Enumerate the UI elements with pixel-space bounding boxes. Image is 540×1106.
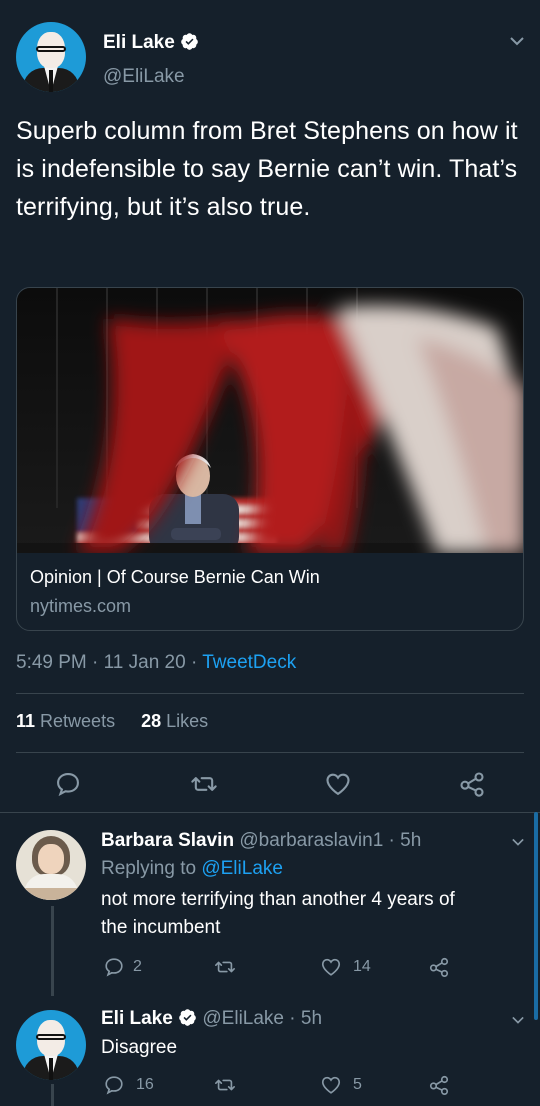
heart-icon[interactable] [320,1074,342,1096]
chevron-down-icon[interactable] [510,1014,526,1026]
reply-avatar[interactable] [16,1010,86,1080]
tweet-source-link[interactable]: TweetDeck [202,652,296,673]
reply-text: not more terrifying than another 4 years… [101,889,455,938]
author-name-row[interactable]: Eli Lake [103,32,199,54]
like-count: 5 [353,1076,362,1093]
reply-header[interactable]: Barbara Slavin @barbaraslavin1 · 5h [101,830,421,852]
link-card[interactable]: Opinion | Of Course Bernie Can Win nytim… [16,287,524,631]
replying-to-link[interactable]: @EliLake [201,858,283,879]
reply-avatar[interactable] [16,830,86,900]
card-domain[interactable]: nytimes.com [30,596,131,617]
heart-icon[interactable] [324,770,352,798]
like-count: 14 [353,958,371,975]
tweet-timestamp[interactable]: 5:49 PM · 11 Jan 20 · TweetDeck [16,652,296,674]
reply-meta[interactable]: @EliLake · 5h [197,1008,322,1029]
reply-icon[interactable] [103,1074,125,1096]
timestamp-text[interactable]: 5:49 PM · 11 Jan 20 · [16,652,202,673]
reply-author-name[interactable]: Eli Lake [101,1008,173,1029]
card-image [17,288,523,553]
retweet-icon[interactable] [214,1074,236,1096]
heart-icon[interactable] [320,956,342,978]
chevron-down-icon[interactable] [510,836,526,848]
divider [16,752,524,753]
reply-meta[interactable]: @barbaraslavin1 · 5h [234,830,421,851]
reply-icon[interactable] [103,956,125,978]
retweet-icon[interactable] [190,770,218,798]
reply-author-name[interactable]: Barbara Slavin [101,830,234,851]
share-icon[interactable] [458,770,486,798]
thread-line [51,906,54,996]
tweet-stats: 11 Retweets 28 Likes [16,711,208,732]
reply-count: 16 [136,1076,154,1093]
retweets-stat[interactable]: 11 Retweets [16,711,115,731]
card-title[interactable]: Opinion | Of Course Bernie Can Win [30,567,320,588]
share-icon[interactable] [428,1074,450,1096]
replying-to: Replying to @EliLake [101,858,283,879]
retweet-icon[interactable] [214,956,236,978]
likes-stat[interactable]: 28 Likes [141,711,208,731]
reply-text: Disagree [101,1037,178,1058]
verified-badge-icon [179,1009,196,1026]
chevron-down-icon[interactable] [508,34,526,48]
divider [16,693,524,694]
reply-count: 2 [133,958,142,975]
author-name[interactable]: Eli Lake [103,32,175,53]
thread-line [51,1084,54,1106]
author-avatar[interactable] [16,22,86,92]
author-handle[interactable]: @EliLake [103,66,185,88]
scrollbar[interactable] [534,812,538,1020]
verified-badge-icon [181,33,198,50]
share-icon[interactable] [428,956,450,978]
reply-header[interactable]: Eli Lake @EliLake · 5h [101,1008,322,1030]
divider [0,812,540,813]
reply-icon[interactable] [54,770,82,798]
tweet-text: Superb column from Bret Stephens on how … [16,117,518,221]
